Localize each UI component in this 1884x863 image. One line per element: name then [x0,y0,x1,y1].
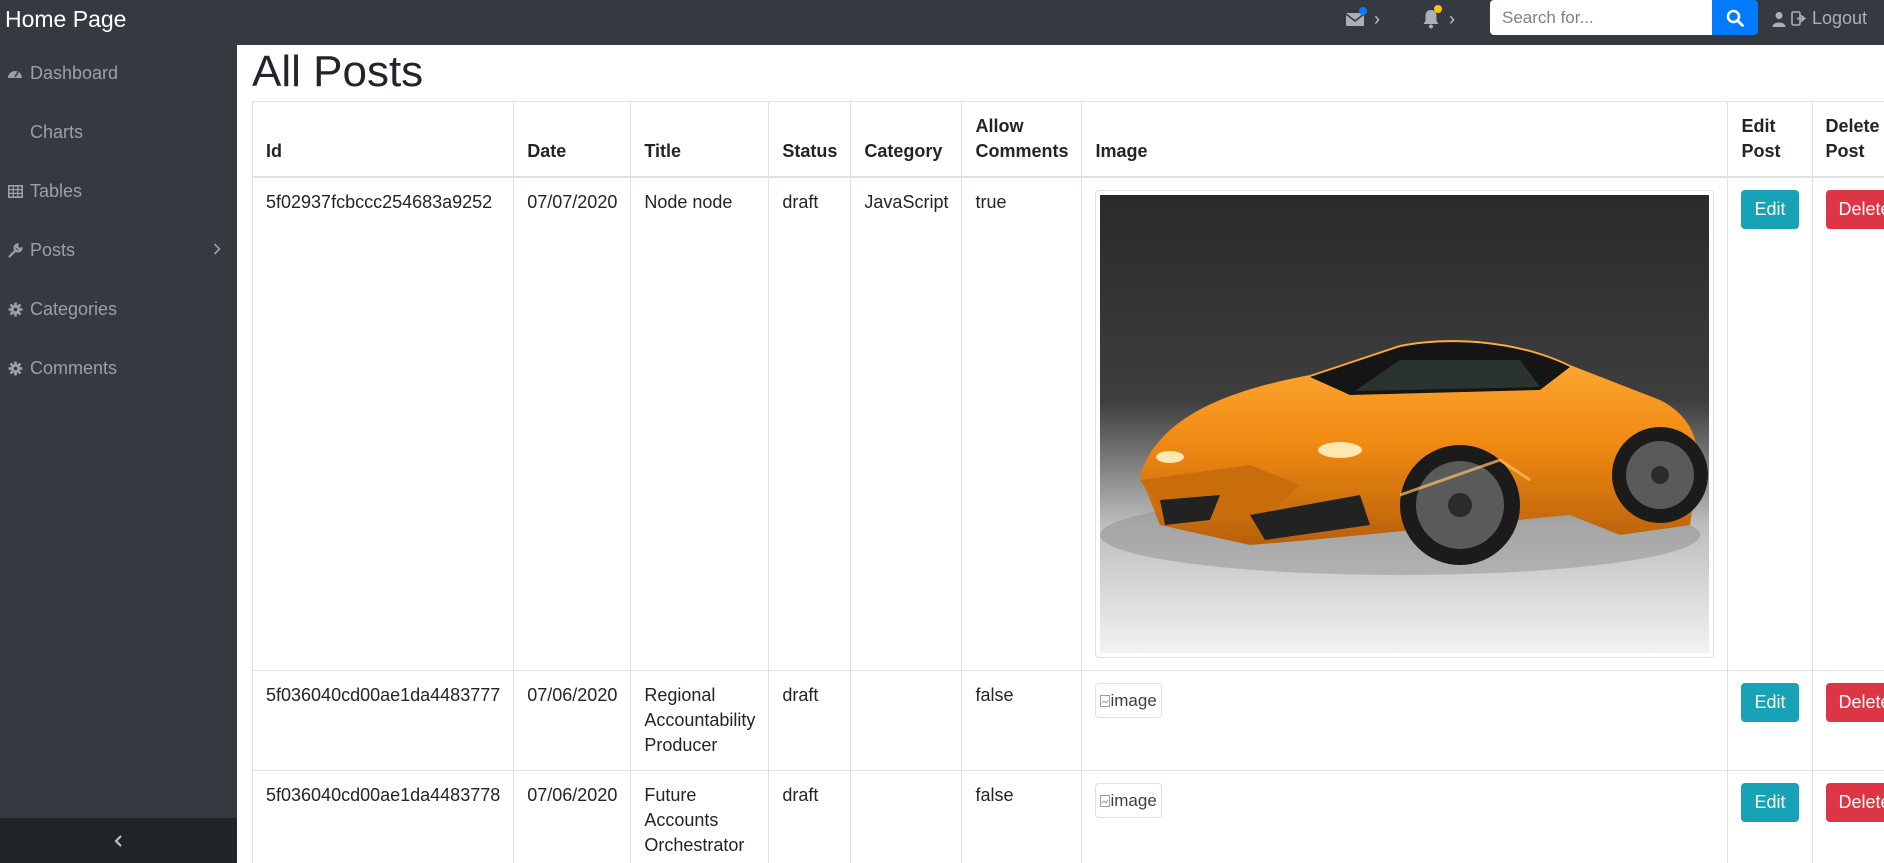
sidebar-item-label: Comments [30,357,118,378]
search-input[interactable] [1490,0,1723,35]
post-date: 07/06/2020 [513,770,632,863]
edit-cell: Edit [1727,176,1813,671]
sidebar-item-charts[interactable]: Charts [0,112,237,152]
edit-button[interactable]: Edit [1741,783,1799,822]
post-date: 07/07/2020 [513,176,632,671]
edit-cell: Edit [1727,770,1813,863]
table-row: 5f036040cd00ae1da4483778 07/06/2020 Futu… [251,770,1884,863]
sidebar-item-label: Charts [30,121,84,142]
broken-image-icon [1100,794,1111,807]
envelope-icon [1345,7,1367,27]
post-category [850,770,963,863]
chevron-right-icon: › [1374,8,1380,29]
top-navbar: Home Page › › Logout [0,0,1884,45]
column-header-image: Image [1081,101,1729,178]
delete-button[interactable]: Delete [1825,683,1884,722]
sidebar-item-label: Posts [30,239,76,260]
sidebar-item-label: Dashboard [30,62,119,83]
post-id: 5f036040cd00ae1da4483778 [251,770,515,863]
post-allow-comments: false [961,770,1083,863]
post-id: 5f02937fcbccc254683a9252 [251,176,515,671]
wrench-icon [0,242,30,258]
table-icon [0,184,30,198]
delete-button[interactable]: Delete [1825,783,1884,822]
column-header-id: Id [251,101,515,178]
chevron-right-icon: › [1449,8,1455,29]
bell-icon [1422,5,1442,29]
sidebar-toggle-button[interactable] [0,818,237,863]
sidebar-item-categories[interactable]: Categories [0,289,237,329]
post-image-cell [1081,176,1729,671]
delete-cell: Delete [1811,670,1884,771]
edit-button[interactable]: Edit [1741,190,1799,229]
table-header-row: Id Date Title Status Category Allow Comm… [251,101,1884,178]
post-category [850,670,963,771]
post-allow-comments: false [961,670,1083,771]
sign-out-icon [1791,11,1806,26]
chevron-left-icon [114,834,122,847]
image-alt-text: image [1110,691,1157,710]
post-status: draft [768,770,852,863]
car-photo-image [1100,195,1710,653]
alerts-dropdown[interactable]: › [1422,5,1455,30]
cog-icon [0,361,30,376]
post-title: Regional Accountability Producer [630,670,770,771]
column-header-date: Date [513,101,632,178]
column-header-category: Category [850,101,963,178]
post-title: Node node [630,176,770,671]
post-allow-comments: true [961,176,1083,671]
sidebar-item-label: Categories [30,298,118,319]
post-status: draft [768,670,852,771]
post-image [1095,190,1715,658]
user-icon [1772,11,1786,27]
chevron-right-icon [213,240,221,261]
post-status: draft [768,176,852,671]
messages-dropdown[interactable]: › [1345,7,1380,30]
delete-button[interactable]: Delete [1825,190,1884,229]
delete-cell: Delete [1811,176,1884,671]
sidebar-item-posts[interactable]: Posts [0,230,237,270]
column-header-status: Status [768,101,852,178]
sidebar-item-dashboard[interactable]: Dashboard [0,53,237,93]
main-content: All Posts Id Date Title Status Category … [237,45,1884,863]
post-date: 07/06/2020 [513,670,632,771]
sidebar-item-tables[interactable]: Tables [0,171,237,211]
table-row: 5f036040cd00ae1da4483777 07/06/2020 Regi… [251,670,1884,771]
post-image-cell: image [1081,770,1729,863]
edit-button[interactable]: Edit [1741,683,1799,722]
cog-icon [0,302,30,317]
search-icon [1726,9,1744,27]
column-header-title: Title [630,101,770,178]
edit-cell: Edit [1727,670,1813,771]
page-title: All Posts [252,47,424,96]
logout-label: Logout [1812,8,1868,28]
image-alt-text: image [1110,791,1157,810]
search-button[interactable] [1712,0,1758,35]
post-id: 5f036040cd00ae1da4483777 [251,670,515,771]
column-header-delete: Delete Post [1811,101,1884,178]
column-header-allow-comments: Allow Comments [961,101,1083,178]
broken-image-icon [1100,694,1111,707]
posts-table: Id Date Title Status Category Allow Comm… [251,101,1884,863]
sidebar-item-comments[interactable]: Comments [0,348,237,388]
broken-image: image [1095,783,1162,818]
delete-cell: Delete [1811,770,1884,863]
sidebar-item-label: Tables [30,180,83,201]
logout-link[interactable]: Logout [1772,8,1867,29]
post-category: JavaScript [850,176,963,671]
broken-image: image [1095,683,1162,718]
table-row: 5f02937fcbccc254683a9252 07/07/2020 Node… [251,176,1884,671]
post-image-cell: image [1081,670,1729,771]
column-header-edit: Edit Post [1727,101,1813,178]
sidebar: Dashboard Charts Tables Posts Categories… [0,45,237,863]
post-title: Future Accounts Orchestrator [630,770,770,863]
brand-link[interactable]: Home Page [5,6,126,33]
dashboard-icon [0,66,30,80]
